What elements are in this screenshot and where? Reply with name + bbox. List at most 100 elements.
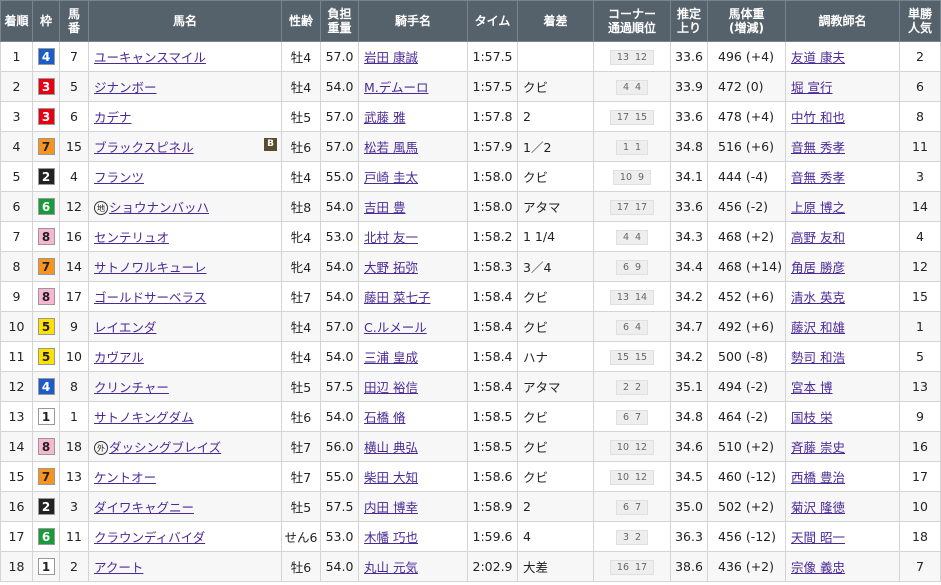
corner-position: 4: [622, 232, 629, 243]
header-popularity[interactable]: 単勝 人気: [899, 0, 941, 42]
trainer-link[interactable]: 勢司 和浩: [791, 350, 845, 365]
horse-name-link[interactable]: カデナ: [94, 110, 132, 125]
jockey-link[interactable]: 横山 典弘: [364, 440, 418, 455]
jockey-link[interactable]: 田辺 裕信: [364, 380, 418, 395]
waku-badge: 5: [37, 318, 55, 335]
horse-name-link[interactable]: サトノキングダム: [94, 410, 194, 425]
jockey-link[interactable]: 木幡 巧也: [364, 530, 418, 545]
sex-age-cell: せん6: [281, 521, 321, 552]
horse-name-link[interactable]: ショウナンバッハ: [109, 200, 209, 215]
last3f-cell: 34.4: [670, 251, 708, 282]
trainer-link[interactable]: 天間 昭一: [791, 530, 845, 545]
corner-positions: 32: [615, 530, 649, 545]
horse-name-link[interactable]: サトノワルキューレ: [94, 260, 207, 275]
corner-positions: 15 15: [609, 350, 655, 365]
umaban-cell: 15: [59, 131, 89, 162]
trainer-link[interactable]: 藤沢 和雄: [791, 320, 845, 335]
horse-name-link[interactable]: ブラックスピネル: [94, 140, 194, 155]
trainer-link[interactable]: 友道 康夫: [791, 50, 845, 65]
trainer-link[interactable]: 中竹 和也: [791, 110, 845, 125]
header-margin[interactable]: 着差: [517, 0, 594, 42]
trainer-link[interactable]: 国枝 栄: [791, 410, 832, 425]
trainer-link[interactable]: 宗像 義忠: [791, 560, 845, 575]
jockey-link[interactable]: 松若 風馬: [364, 140, 418, 155]
waku-badge: 3: [37, 78, 55, 95]
trainer-link[interactable]: 清水 英克: [791, 290, 845, 305]
horse-name-link[interactable]: ダッシングブレイズ: [109, 440, 221, 455]
trainer-link[interactable]: 菊沢 隆徳: [791, 500, 845, 515]
jockey-link[interactable]: 三浦 皇成: [364, 350, 418, 365]
header-rank[interactable]: 着順: [0, 0, 33, 42]
jockey-cell: 柴田 大知: [358, 461, 468, 492]
corner-position: 4: [635, 322, 642, 333]
trainer-link[interactable]: 高野 友和: [791, 230, 845, 245]
race-result-table: 着順 枠 馬番 馬名 性齢 負担 重量 騎手名 タイム 着差 コーナー 通過順位 推…: [0, 0, 941, 582]
jockey-link[interactable]: 吉田 豊: [364, 200, 405, 215]
horse-name-link[interactable]: ゴールドサーベラス: [94, 290, 206, 305]
horse-name-link[interactable]: クリンチャー: [94, 380, 169, 395]
table-row: 13 1 1 サトノキングダム 牡6 54.0 石橋 脩 1:58.5 クビ 6 7 34.8 464 …: [0, 401, 941, 432]
horse-name-link[interactable]: アクート: [94, 560, 143, 575]
jockey-cell: M.デムーロ: [358, 71, 468, 102]
header-sex-age[interactable]: 性齢: [281, 0, 321, 42]
corner-positions: 13 12: [609, 50, 655, 65]
time-cell: 1:58.6: [467, 461, 518, 492]
umaban-cell: 2: [59, 551, 89, 582]
table-row: 9 8 17 ゴールドサーベラス 牡7 54.0 藤田 菜七子 1:58.4 クビ 13 14 34.…: [0, 281, 941, 312]
jockey-link[interactable]: 丸山 元気: [364, 560, 418, 575]
trainer-link[interactable]: 角居 勝彦: [791, 260, 845, 275]
horse-name-link[interactable]: カヴアル: [94, 350, 144, 365]
header-horse-name[interactable]: 馬名: [88, 0, 282, 42]
jockey-link[interactable]: 北村 友一: [364, 230, 418, 245]
body-weight-cell: 460 (-12): [707, 461, 786, 492]
horse-name-link[interactable]: センテリュオ: [94, 230, 169, 245]
header-last3f[interactable]: 推定 上り: [670, 0, 708, 42]
header-corner[interactable]: コーナー 通過順位: [593, 0, 671, 42]
jockey-link[interactable]: 岩田 康誠: [364, 50, 418, 65]
jockey-link[interactable]: 武藤 雅: [364, 110, 405, 125]
trainer-link[interactable]: 斉藤 崇史: [791, 440, 845, 455]
corner-position: 6: [622, 412, 629, 423]
header-waku[interactable]: 枠: [32, 0, 60, 42]
header-body-weight[interactable]: 馬体重 (増減): [707, 0, 786, 42]
horse-name-link[interactable]: レイエンダ: [94, 320, 156, 335]
sex-age-cell: 牡4: [281, 341, 321, 372]
table-row: 15 7 13 ケントオー 牡7 55.0 柴田 大知 1:58.6 クビ 10 12 34.5 460…: [0, 461, 941, 492]
horse-name-link[interactable]: ダイワキャグニー: [94, 500, 194, 515]
horse-name-link[interactable]: クラウンディバイダ: [94, 530, 205, 545]
horse-name-link[interactable]: ジナンボー: [94, 80, 157, 95]
header-weight[interactable]: 負担 重量: [320, 0, 359, 42]
jockey-link[interactable]: 石橋 脩: [364, 410, 405, 425]
jockey-link[interactable]: M.デムーロ: [364, 80, 429, 95]
popularity-cell: 3: [899, 161, 941, 192]
last3f-cell: 34.1: [670, 161, 708, 192]
jockey-link[interactable]: 柴田 大知: [364, 470, 418, 485]
jockey-link[interactable]: 戸崎 圭太: [364, 170, 418, 185]
jockey-link[interactable]: 内田 博幸: [364, 500, 418, 515]
trainer-cell: 高野 友和: [785, 221, 900, 252]
corner-positions: 10 12: [609, 470, 655, 485]
horse-name-link[interactable]: ケントオー: [94, 470, 156, 485]
trainer-link[interactable]: 宮本 博: [791, 380, 832, 395]
trainer-link[interactable]: 上原 博之: [791, 200, 845, 215]
body-weight-cell: 492 (+6): [707, 311, 786, 342]
jockey-link[interactable]: C.ルメール: [364, 320, 427, 335]
horse-name-link[interactable]: フランツ: [94, 170, 144, 185]
header-trainer[interactable]: 調教師名: [785, 0, 900, 42]
last3f-cell: 33.6: [670, 101, 708, 132]
trainer-link[interactable]: 音無 秀孝: [791, 140, 845, 155]
jockey-link[interactable]: 大野 拓弥: [364, 260, 418, 275]
trainer-link[interactable]: 西橋 豊治: [791, 470, 845, 485]
popularity-cell: 16: [899, 431, 941, 462]
trainer-link[interactable]: 堀 宣行: [791, 80, 832, 95]
body-weight-cell: 496 (+4): [707, 41, 786, 72]
corner-position: 12: [635, 442, 648, 453]
header-jockey[interactable]: 騎手名: [358, 0, 468, 42]
horse-name-link[interactable]: ユーキャンスマイル: [94, 50, 206, 65]
header-umaban[interactable]: 馬番: [59, 0, 89, 42]
weight-cell: 54.0: [320, 191, 359, 222]
trainer-link[interactable]: 音無 秀孝: [791, 170, 845, 185]
header-time[interactable]: タイム: [467, 0, 518, 42]
umaban-cell: 12: [59, 191, 89, 222]
jockey-link[interactable]: 藤田 菜七子: [364, 290, 430, 305]
